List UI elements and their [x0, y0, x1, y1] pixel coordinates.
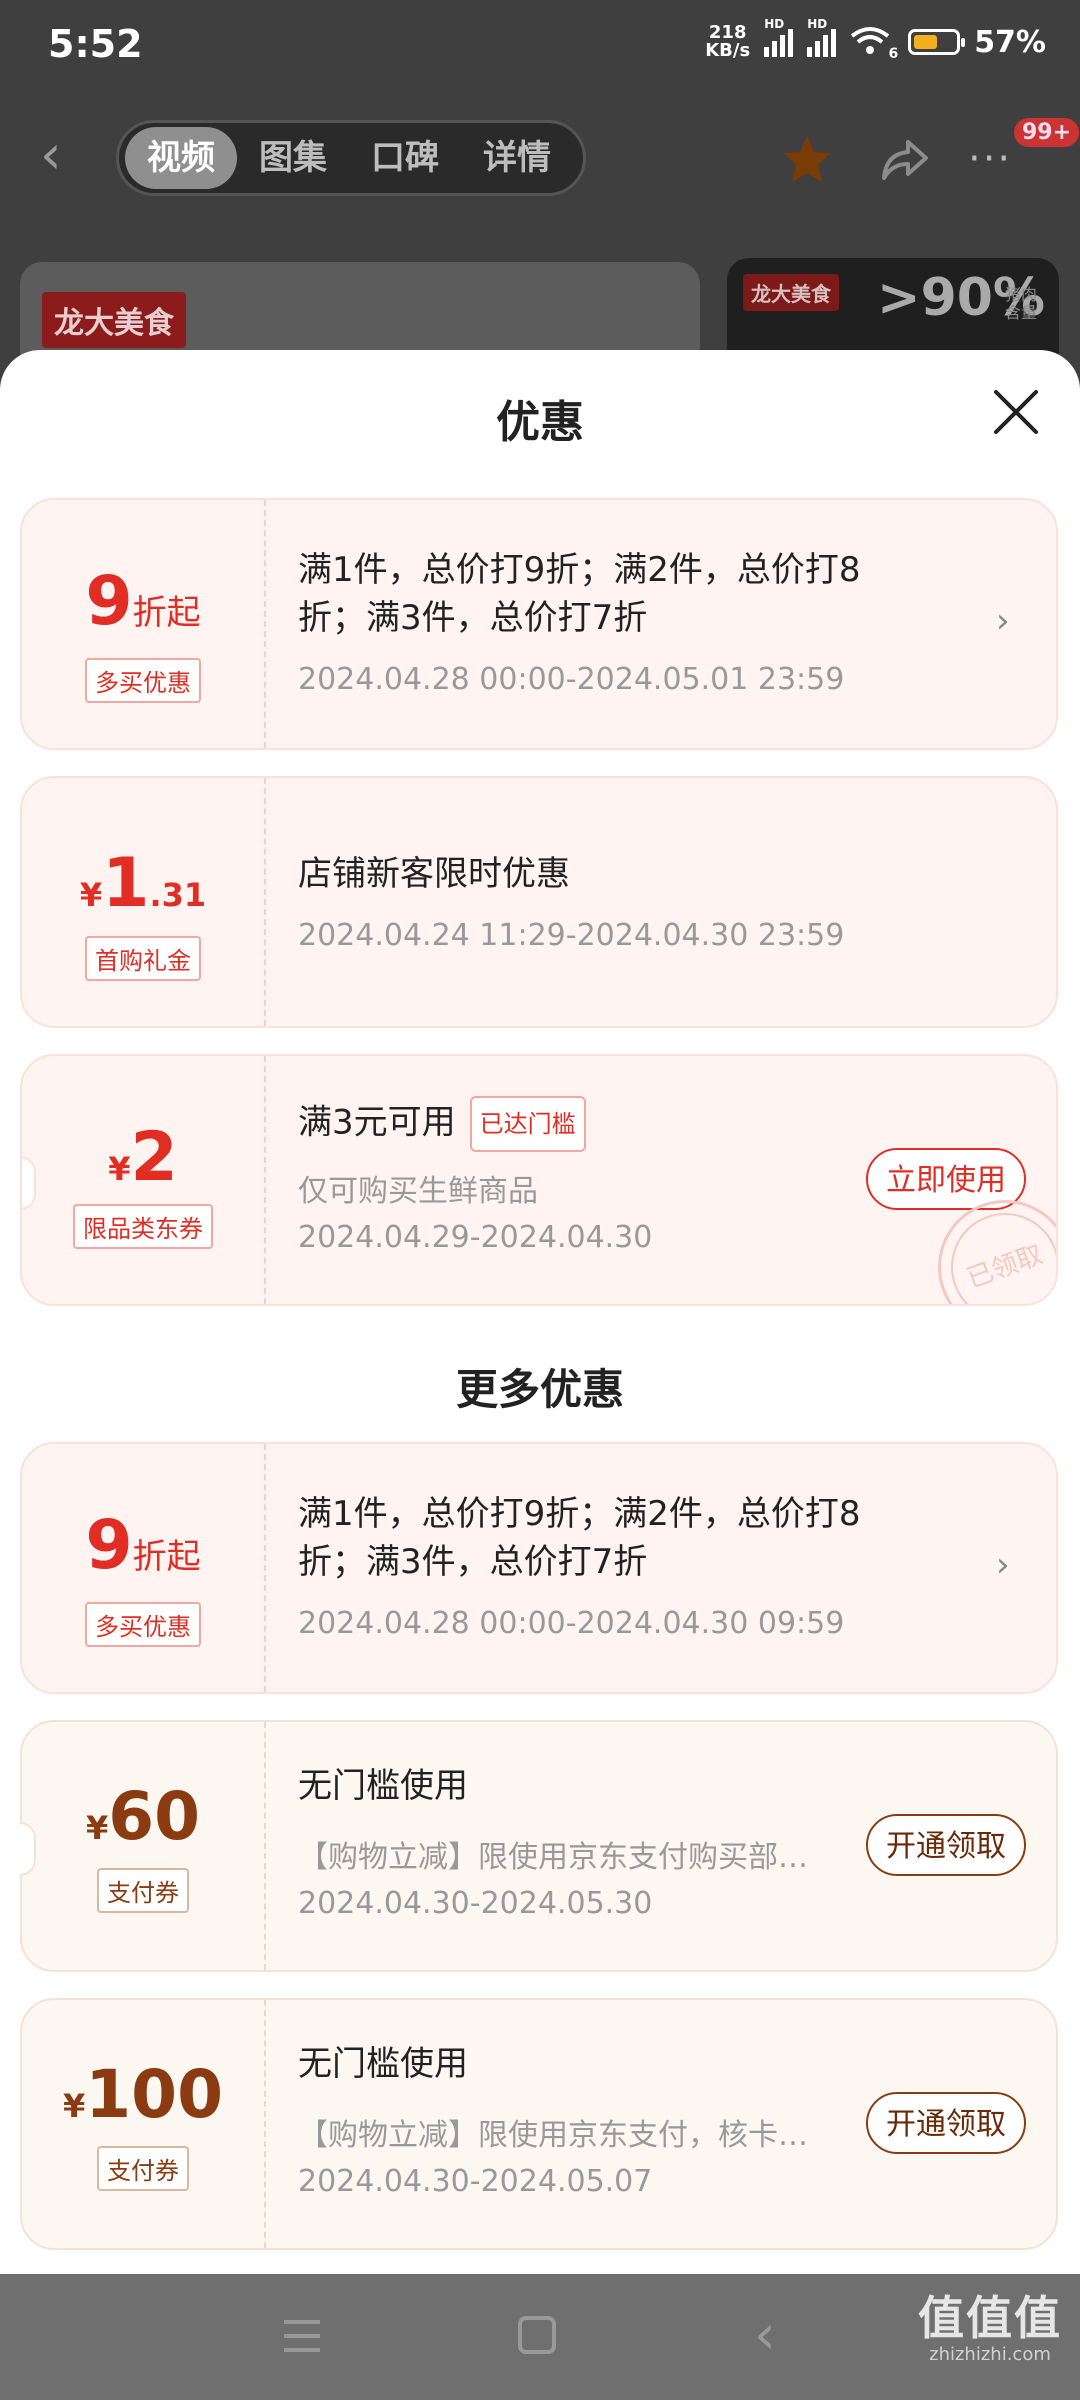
- top-nav: ‹ 视频 图集 口碑 详情 ··· 99+: [0, 112, 1080, 202]
- coupon-desc: 仅可购买生鲜商品: [298, 1174, 538, 1209]
- coupon-amount: 9折起: [85, 562, 201, 641]
- signal-icon: HD: [807, 17, 837, 57]
- notification-badge: 99+: [1014, 118, 1080, 147]
- close-icon[interactable]: [990, 386, 1042, 438]
- brand-logo: 龙大美食: [42, 292, 186, 348]
- more-offers-title: 更多优惠: [455, 1365, 624, 1414]
- coupon-amount: ¥60: [85, 1778, 201, 1855]
- discount-sheet: 优惠 9折起 多买优惠 满1件，总价打9折；满2件，总价打8折；满3件，总价打7…: [0, 350, 1080, 2274]
- coupon-tag: 支付券: [22, 1868, 264, 1913]
- battery-icon: [908, 29, 966, 55]
- watermark: 值值值 zhizhizhi.com: [918, 2292, 1062, 2365]
- coupon-date: 2024.04.28 00:00-2024.05.01 23:59: [298, 662, 845, 697]
- promo-note: 猪肉含量: [1005, 285, 1038, 322]
- chevron-right-icon[interactable]: ›: [996, 1548, 1026, 1582]
- chevron-right-icon[interactable]: ›: [996, 604, 1026, 638]
- coupon-title: 满1件，总价打9折；满2件，总价打8折；满3件，总价打7折: [298, 1494, 861, 1582]
- tab-details[interactable]: 详情: [461, 127, 573, 189]
- coupon-title: 无门槛使用: [298, 1766, 468, 1806]
- coupon-desc: 【购物立减】限使用京东支付购买部…: [298, 1840, 808, 1875]
- coupon-title: 满3元可用 已达门槛: [298, 1096, 586, 1152]
- coupon-title: 无门槛使用: [298, 2044, 468, 2084]
- sheet-title: 优惠: [496, 397, 584, 448]
- store-icon[interactable]: [780, 132, 834, 186]
- wifi-icon: 6: [850, 26, 898, 62]
- coupon-card-multi-buy[interactable]: 9折起 多买优惠 满1件，总价打9折；满2件，总价打8折；满3件，总价打7折 2…: [20, 1442, 1058, 1694]
- status-bar: 5:52 218 KB/s HD HD 6 57%: [0, 0, 1080, 92]
- threshold-badge: 已达门槛: [469, 1096, 586, 1152]
- coupon-title: 满1件，总价打9折；满2件，总价打8折；满3件，总价打7折: [298, 550, 861, 638]
- tab-reviews[interactable]: 口碑: [349, 127, 461, 189]
- watermark-logo: 值值值: [918, 2291, 1062, 2345]
- back-icon[interactable]: ‹: [40, 128, 90, 182]
- coupon-card-first-purchase: ¥1.31 首购礼金 店铺新客限时优惠 2024.04.24 11:29-202…: [20, 776, 1058, 1028]
- activate-claim-button[interactable]: 开通领取: [866, 2092, 1026, 2154]
- coupon-card-payment: ¥60 支付券 无门槛使用 【购物立减】限使用京东支付购买部… 2024.04.…: [20, 1720, 1058, 1972]
- network-speed: 218 KB/s: [705, 22, 751, 61]
- coupon-tag: 首购礼金: [22, 936, 264, 981]
- coupon-date: 2024.04.24 11:29-2024.04.30 23:59: [298, 918, 845, 953]
- coupon-card-category: ¥2 限品类东券 满3元可用 已达门槛 仅可购买生鲜商品 2024.04.29-2…: [20, 1054, 1058, 1306]
- coupon-amount: ¥100: [62, 2056, 224, 2133]
- coupon-date: 2024.04.28 00:00-2024.04.30 09:59: [298, 1606, 845, 1641]
- coupon-tag: 限品类东券: [22, 1204, 264, 1249]
- coupon-amount: ¥2: [108, 1118, 178, 1197]
- status-icons: 218 KB/s HD HD 6 57%: [705, 17, 1046, 62]
- home-icon[interactable]: [518, 2316, 556, 2354]
- status-time: 5:52: [48, 22, 143, 66]
- tab-video[interactable]: 视频: [125, 127, 237, 189]
- watermark-url: zhizhizhi.com: [929, 2344, 1051, 2365]
- activate-claim-button[interactable]: 开通领取: [866, 1814, 1026, 1876]
- tab-gallery[interactable]: 图集: [237, 127, 349, 189]
- coupon-desc: 【购物立减】限使用京东支付，核卡…: [298, 2118, 808, 2153]
- nav-back-icon[interactable]: ‹: [754, 2308, 794, 2362]
- coupon-tag: 支付券: [22, 2146, 264, 2191]
- system-nav-bar: ‹ 值值值 zhizhizhi.com: [0, 2274, 1080, 2400]
- brand-logo: 龙大美食: [743, 274, 839, 311]
- signal-icon: HD: [764, 17, 794, 57]
- coupon-tag: 多买优惠: [22, 1602, 264, 1647]
- coupon-card-payment: ¥100 支付券 无门槛使用 【购物立减】限使用京东支付，核卡… 2024.04…: [20, 1998, 1058, 2250]
- coupon-title: 店铺新客限时优惠: [298, 854, 570, 894]
- coupon-card-multi-buy[interactable]: 9折起 多买优惠 满1件，总价打9折；满2件，总价打8折；满3件，总价打7折 2…: [20, 498, 1058, 750]
- coupon-date: 2024.04.30-2024.05.07: [298, 2164, 653, 2199]
- coupon-amount: ¥1.31: [79, 844, 207, 923]
- coupon-tag: 多买优惠: [22, 658, 264, 703]
- coupon-date: 2024.04.30-2024.05.30: [298, 1886, 653, 1921]
- recents-icon[interactable]: [282, 2318, 322, 2354]
- battery-percent: 57%: [974, 24, 1046, 60]
- media-tabs: 视频 图集 口碑 详情: [116, 120, 586, 196]
- coupon-amount: 9折起: [85, 1506, 201, 1585]
- share-icon[interactable]: [878, 132, 932, 186]
- coupon-date: 2024.04.29-2024.04.30: [298, 1220, 653, 1255]
